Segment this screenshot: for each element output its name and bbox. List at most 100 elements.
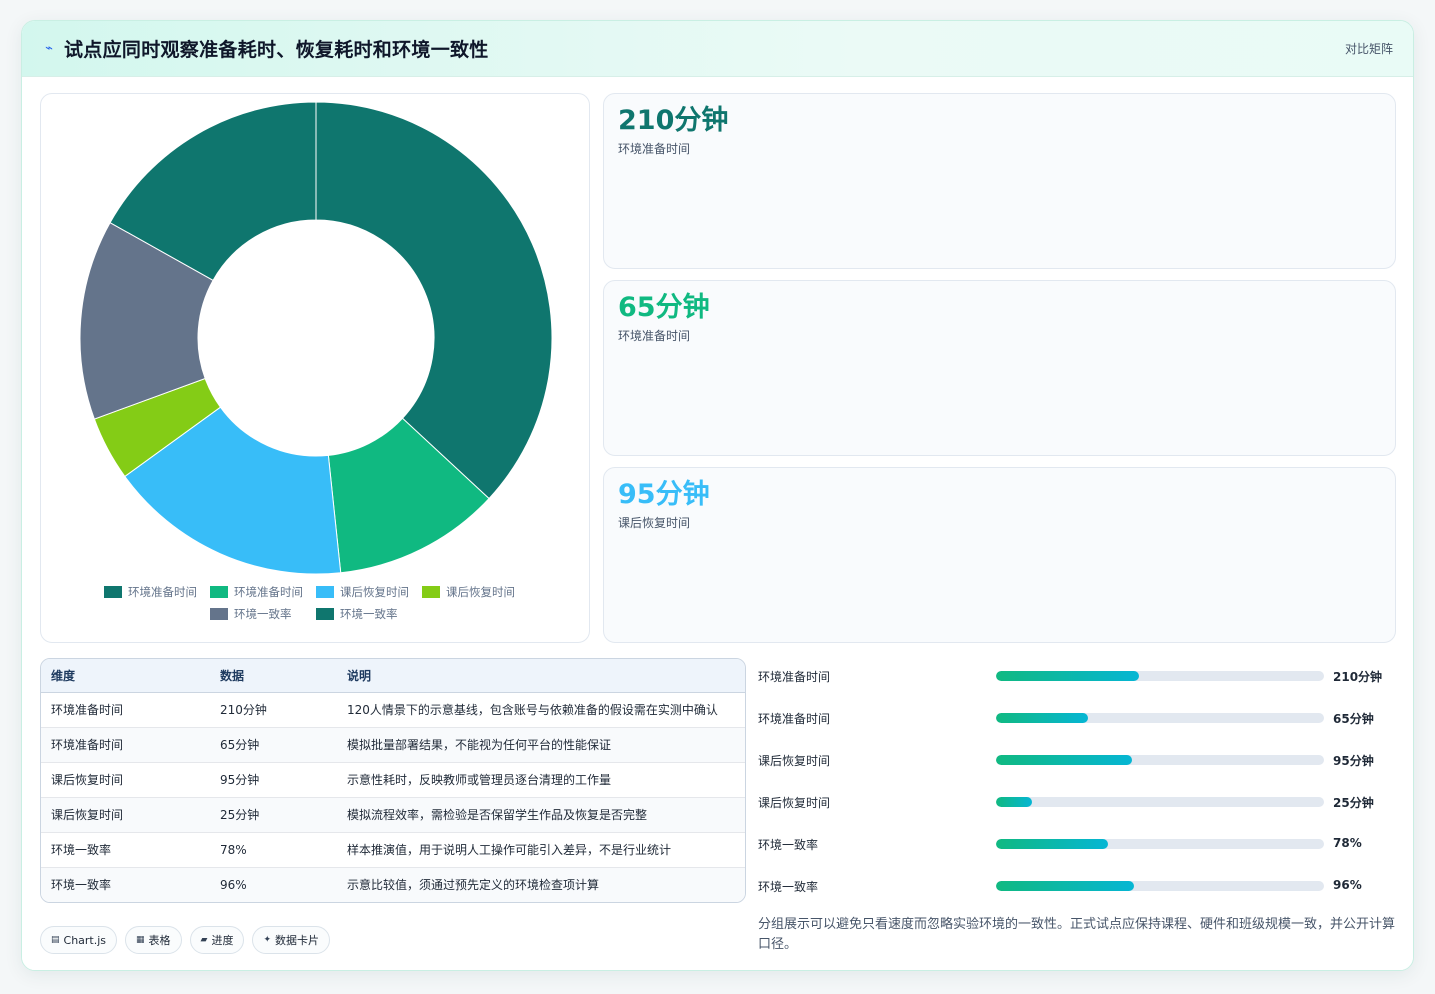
progress-label: 课后恢复时间 xyxy=(758,754,831,768)
progress-row: 环境一致率 96% xyxy=(758,869,1398,911)
legend-swatch[interactable] xyxy=(316,586,334,598)
legend-label[interactable]: 课后恢复时间 xyxy=(340,585,409,599)
table-cell: 课后恢复时间 xyxy=(41,762,210,798)
progress-fill xyxy=(996,839,1108,849)
comparison-matrix-link[interactable]: 对比矩阵 xyxy=(1345,40,1393,57)
progress-icon: ▰ xyxy=(200,935,208,945)
table-cell: 25分钟 xyxy=(210,797,337,833)
table-cell: 环境一致率 xyxy=(41,832,210,868)
dashboard-card: ⌁ 试点应同时观察准备耗时、恢复耗时和环境一致性 对比矩阵 环境准备时间 环境准备… xyxy=(21,20,1414,971)
kpi-label: 环境准备时间 xyxy=(618,329,691,343)
table-cell: 环境准备时间 xyxy=(41,692,210,728)
table-cell: 95分钟 xyxy=(210,762,337,798)
progress-track xyxy=(996,671,1324,681)
progress-row: 环境一致率 78% xyxy=(758,827,1398,869)
legend-label[interactable]: 课后恢复时间 xyxy=(446,585,515,599)
data-table-wrapper: 维度 数据 说明 环境准备时间 210分钟 120人情景下的示意基线，包含账号与… xyxy=(40,658,746,903)
table-cell: 96% xyxy=(210,867,337,902)
kpi-value: 210分钟 xyxy=(618,105,729,136)
progress-fill xyxy=(996,671,1139,681)
progress-track xyxy=(996,797,1324,807)
progress-fill xyxy=(996,881,1134,891)
kpi-value: 65分钟 xyxy=(618,292,710,323)
table-cell: 示意比较值，须通过预先定义的环境检查项计算 xyxy=(337,867,745,902)
progress-value: 25分钟 xyxy=(1333,796,1374,810)
pill-data-card[interactable]: ✦ 数据卡片 xyxy=(252,926,331,954)
card-header: ⌁ 试点应同时观察准备耗时、恢复耗时和环境一致性 对比矩阵 xyxy=(22,21,1413,77)
table-row: 课后恢复时间 95分钟 示意性耗时，反映教师或管理员逐台清理的工作量 xyxy=(41,762,745,798)
donut-slice[interactable] xyxy=(315,101,553,500)
legend-swatch[interactable] xyxy=(316,608,334,620)
progress-value: 95分钟 xyxy=(1333,754,1374,768)
data-table: 维度 数据 说明 环境准备时间 210分钟 120人情景下的示意基线，包含账号与… xyxy=(41,659,745,902)
progress-track xyxy=(996,839,1324,849)
table-cell: 65分钟 xyxy=(210,727,337,763)
pill-label: 表格 xyxy=(148,934,171,947)
progress-value: 78% xyxy=(1333,836,1362,850)
table-cell: 120人情景下的示意基线，包含账号与依赖准备的假设需在实测中确认 xyxy=(337,692,745,728)
kpi-label: 环境准备时间 xyxy=(618,142,691,156)
progress-value: 65分钟 xyxy=(1333,712,1374,726)
legend-label[interactable]: 环境一致率 xyxy=(234,607,292,621)
progress-row: 环境准备时间 65分钟 xyxy=(758,701,1398,743)
table-cell: 样本推演值，用于说明人工操作可能引入差异，不是行业统计 xyxy=(337,832,745,868)
progress-row: 课后恢复时间 95分钟 xyxy=(758,743,1398,785)
card-icon: ✦ xyxy=(263,935,272,945)
legend-swatch[interactable] xyxy=(210,586,228,598)
legend-swatch[interactable] xyxy=(422,586,440,598)
progress-value: 210分钟 xyxy=(1333,670,1383,684)
progress-label: 环境一致率 xyxy=(758,838,819,852)
tag-pills: ▤ Chart.js ▦ 表格 ▰ 进度 ✦ 数据卡片 xyxy=(40,926,331,954)
table-row: 课后恢复时间 25分钟 模拟流程效率，需检验是否保留学生作品及恢复是否完整 xyxy=(41,797,745,833)
progress-label: 环境准备时间 xyxy=(758,670,831,684)
header-title-group: ⌁ 试点应同时观察准备耗时、恢复耗时和环境一致性 xyxy=(42,35,489,62)
table-cell: 环境准备时间 xyxy=(41,727,210,763)
progress-track xyxy=(996,755,1324,765)
progress-track xyxy=(996,881,1324,891)
donut-chart: 环境准备时间 环境准备时间 课后恢复时间 课后恢复时间环境一致率 环境一致率 xyxy=(79,101,553,621)
legend-label[interactable]: 环境准备时间 xyxy=(234,585,303,599)
table-icon: ▦ xyxy=(136,935,145,945)
table-cell: 示意性耗时，反映教师或管理员逐台清理的工作量 xyxy=(337,762,745,798)
progress-fill xyxy=(996,797,1033,807)
table-row: 环境一致率 78% 样本推演值，用于说明人工操作可能引入差异，不是行业统计 xyxy=(41,832,745,868)
pill-chartjs[interactable]: ▤ Chart.js xyxy=(40,926,118,954)
column-header-data: 数据 xyxy=(210,659,337,693)
summary-note: 分组展示可以避免只看速度而忽略实验环境的一致性。正式试点应保持课程、硬件和班级规… xyxy=(758,917,1396,952)
progress-list: 环境准备时间 210分钟 环境准备时间 65分钟 课后恢复时间 95分钟 课后恢… xyxy=(758,659,1398,911)
progress-fill xyxy=(996,755,1133,765)
chart-icon: ▤ xyxy=(51,935,60,945)
table-row: 环境一致率 96% 示意比较值，须通过预先定义的环境检查项计算 xyxy=(41,867,745,902)
pill-label: 进度 xyxy=(211,934,234,947)
card-content: 环境准备时间 环境准备时间 课后恢复时间 课后恢复时间 环境一致率 环境一致率 210分钟… xyxy=(22,77,1413,970)
column-header-dimension: 维度 xyxy=(41,659,210,693)
legend-swatch[interactable] xyxy=(210,608,228,620)
legend-label[interactable]: 环境一致率 xyxy=(340,607,398,621)
progress-value: 96% xyxy=(1333,878,1362,892)
pill-label: 数据卡片 xyxy=(275,934,320,947)
legend-swatch[interactable] xyxy=(104,586,122,598)
progress-label: 课后恢复时间 xyxy=(758,796,831,810)
progress-row: 课后恢复时间 25分钟 xyxy=(758,785,1398,827)
pill-table[interactable]: ▦ 表格 xyxy=(125,926,182,954)
kpi-card-1: 210分钟 环境准备时间 xyxy=(603,93,1396,269)
sparkline-icon: ⌁ xyxy=(45,41,53,56)
table-cell: 210分钟 xyxy=(210,692,337,728)
table-row: 环境准备时间 210分钟 120人情景下的示意基线，包含账号与依赖准备的假设需在… xyxy=(41,692,745,728)
legend-label[interactable]: 环境准备时间 xyxy=(128,585,197,599)
table-row: 环境准备时间 65分钟 模拟批量部署结果，不能视为任何平台的性能保证 xyxy=(41,727,745,763)
kpi-value: 95分钟 xyxy=(618,479,710,510)
pill-progress[interactable]: ▰ 进度 xyxy=(189,926,245,954)
progress-row: 环境准备时间 210分钟 xyxy=(758,659,1398,701)
kpi-label: 课后恢复时间 xyxy=(618,516,691,530)
table-cell: 环境一致率 xyxy=(41,867,210,902)
kpi-card-3: 95分钟 课后恢复时间 xyxy=(603,467,1396,643)
donut-chart-panel: 环境准备时间 环境准备时间 课后恢复时间 课后恢复时间 环境一致率 环境一致率 xyxy=(40,93,590,643)
pill-label: Chart.js xyxy=(63,933,107,947)
table-header-row: 维度 数据 说明 xyxy=(41,659,745,693)
table-cell: 模拟批量部署结果，不能视为任何平台的性能保证 xyxy=(337,727,745,763)
kpi-card-2: 65分钟 环境准备时间 xyxy=(603,280,1396,456)
table-cell: 模拟流程效率，需检验是否保留学生作品及恢复是否完整 xyxy=(337,797,745,833)
page-title: 试点应同时观察准备耗时、恢复耗时和环境一致性 xyxy=(64,39,489,61)
column-header-description: 说明 xyxy=(337,659,745,693)
